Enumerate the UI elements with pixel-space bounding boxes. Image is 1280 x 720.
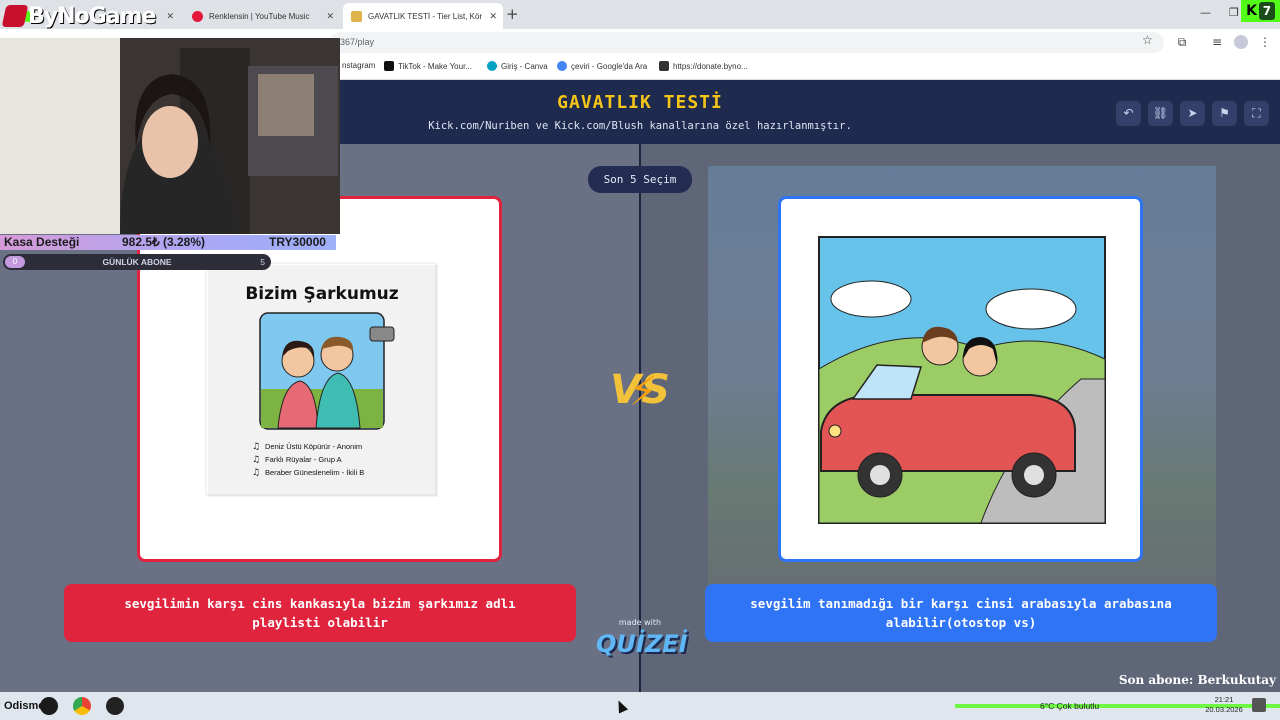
bynogame-mark-icon — [1, 5, 29, 27]
bookmark-label: Giriş - Canva — [501, 61, 548, 71]
quizei-logo[interactable]: QUİZEİ — [596, 630, 688, 658]
car-illustration — [818, 236, 1106, 524]
donation-goal-label: Kasa Desteği — [4, 235, 80, 249]
chrome-icon[interactable] — [73, 697, 91, 715]
close-tab-icon[interactable]: ✕ — [166, 11, 174, 22]
flag-icon[interactable]: ⚑ — [1212, 101, 1237, 126]
canva-icon — [487, 61, 497, 71]
left-option-card[interactable]: Bizim Şarkumuz ♫ Deniz Üstü Köpürür - An… — [137, 196, 502, 562]
donation-goal-amount: 982.5₺ (3.28%) — [122, 235, 206, 249]
send-icon[interactable]: ➤ — [1180, 101, 1205, 126]
share-link-icon[interactable]: ⛓ — [1148, 101, 1173, 126]
extensions-icon[interactable]: ⧉ — [1175, 35, 1189, 49]
obs-icon[interactable] — [40, 697, 58, 715]
music-note-icon: ♫ — [252, 468, 260, 478]
left-answer-button[interactable]: sevgilimin karşı cins kankasıyla bizim ş… — [64, 584, 576, 642]
vs-badge: VS ⚡ — [605, 360, 675, 420]
bookmark-star-icon[interactable]: ☆ — [1142, 33, 1153, 47]
weather-widget[interactable]: 6°C Çok bulutlu — [1040, 701, 1099, 711]
system-clock[interactable]: 21:21 20.03.2026 — [1204, 695, 1244, 715]
made-with-label: made with — [618, 618, 662, 627]
music-note-icon: ♫ — [252, 455, 260, 465]
daily-subscriber-bar: 0 GÜNLÜK ABONE 5 — [3, 254, 271, 270]
close-tab-icon[interactable]: ✕ — [326, 11, 334, 22]
close-tab-icon[interactable]: ✕ — [489, 11, 497, 22]
tab-gavatlik-testi[interactable]: GAVATLIK TESTİ - Tier List, Kör ✕ — [343, 3, 503, 29]
bookmark-label: nstagram — [342, 61, 376, 70]
subscriber-label: GÜNLÜK ABONE — [102, 257, 172, 267]
kick-badge-count: 7 — [1258, 2, 1275, 20]
reading-list-icon[interactable]: ≡ — [1210, 35, 1224, 49]
bookmark-tiktok[interactable]: TikTok - Make Your... — [384, 61, 472, 71]
subscriber-goal: 5 — [260, 257, 265, 267]
fullscreen-icon[interactable]: ⛶ — [1244, 101, 1269, 126]
url-input[interactable]: 367/play — [330, 32, 1164, 53]
music-note-icon: ♫ — [252, 442, 260, 452]
bookmark-google-translate[interactable]: çeviri - Google'da Ara — [557, 61, 647, 71]
kick-badge: K7 — [1241, 0, 1280, 22]
playlist-illustration: Bizim Şarkumuz ♫ Deniz Üstü Köpürür - An… — [205, 262, 438, 497]
tab-youtube-music[interactable]: Renklensin | YouTube Music ✕ — [184, 3, 340, 29]
last-subscriber-label: Son abone: Berkukutay — [1118, 673, 1276, 687]
minimize-icon[interactable]: — — [1200, 6, 1211, 19]
webcam-image — [0, 38, 340, 234]
bookmark-instagram[interactable]: nstagram — [342, 61, 375, 70]
song-3: Beraber Güneslenelim - İkili B — [265, 468, 364, 477]
tab-label: GAVATLIK TESTİ - Tier List, Kör — [368, 11, 483, 21]
google-icon — [557, 61, 567, 71]
song-2: Farklı Rüyalar - Grup A — [265, 455, 342, 464]
new-tab-button[interactable]: + — [506, 5, 519, 23]
last-5-choices-button[interactable]: Son 5 Seçim — [588, 166, 692, 193]
bookmark-label: çeviri - Google'da Ara — [571, 61, 648, 71]
bookmark-label: TikTok - Make Your... — [398, 61, 472, 71]
donation-goal-target: TRY30000 — [269, 235, 326, 249]
tiktok-icon — [384, 61, 394, 71]
windows-taskbar: Odismet 2 6°C Çok bulutlu 21:21 20.03.20… — [0, 692, 1280, 720]
bookmark-canva[interactable]: Giriş - Canva — [487, 61, 548, 71]
profile-avatar-icon[interactable] — [1234, 35, 1248, 49]
song-1: Deniz Üstü Köpürür - Anonim — [265, 442, 362, 451]
menu-kebab-icon[interactable]: ⋮ — [1258, 35, 1272, 49]
tab-label: Renklensin | YouTube Music — [209, 11, 310, 21]
webcam-feed — [0, 38, 340, 234]
logo-text: ByNoGame — [28, 4, 156, 29]
playlist-title: Bizim Şarkumuz — [245, 284, 398, 304]
youtube-music-favicon-icon — [192, 10, 203, 22]
clock-time: 21:21 — [1214, 695, 1234, 704]
globe-icon — [659, 61, 669, 71]
lightning-bolt-icon: ⚡ — [629, 369, 658, 415]
bookmark-donate[interactable]: https://donate.byno... — [659, 61, 748, 71]
notification-icon[interactable] — [1252, 698, 1266, 712]
bynogame-logo: ByNoGame — [1, 4, 156, 29]
donation-goal-bar: Kasa Desteği 982.5₺ (3.28%) TRY30000 — [0, 235, 336, 250]
steam-icon[interactable] — [106, 697, 124, 715]
clock-date: 20.03.2026 — [1205, 705, 1243, 714]
right-answer-button[interactable]: sevgilim tanımadığı bir karşı cinsi arab… — [705, 584, 1217, 642]
right-option-card[interactable] — [778, 196, 1143, 562]
quizei-favicon-icon — [351, 10, 362, 22]
browser-tab-bar: ✕ Renklensin | YouTube Music ✕ GAVATLIK … — [0, 0, 1280, 29]
bookmark-label: https://donate.byno... — [673, 61, 748, 71]
undo-icon[interactable]: ↶ — [1116, 101, 1141, 126]
restore-icon[interactable]: ❐ — [1229, 6, 1239, 19]
